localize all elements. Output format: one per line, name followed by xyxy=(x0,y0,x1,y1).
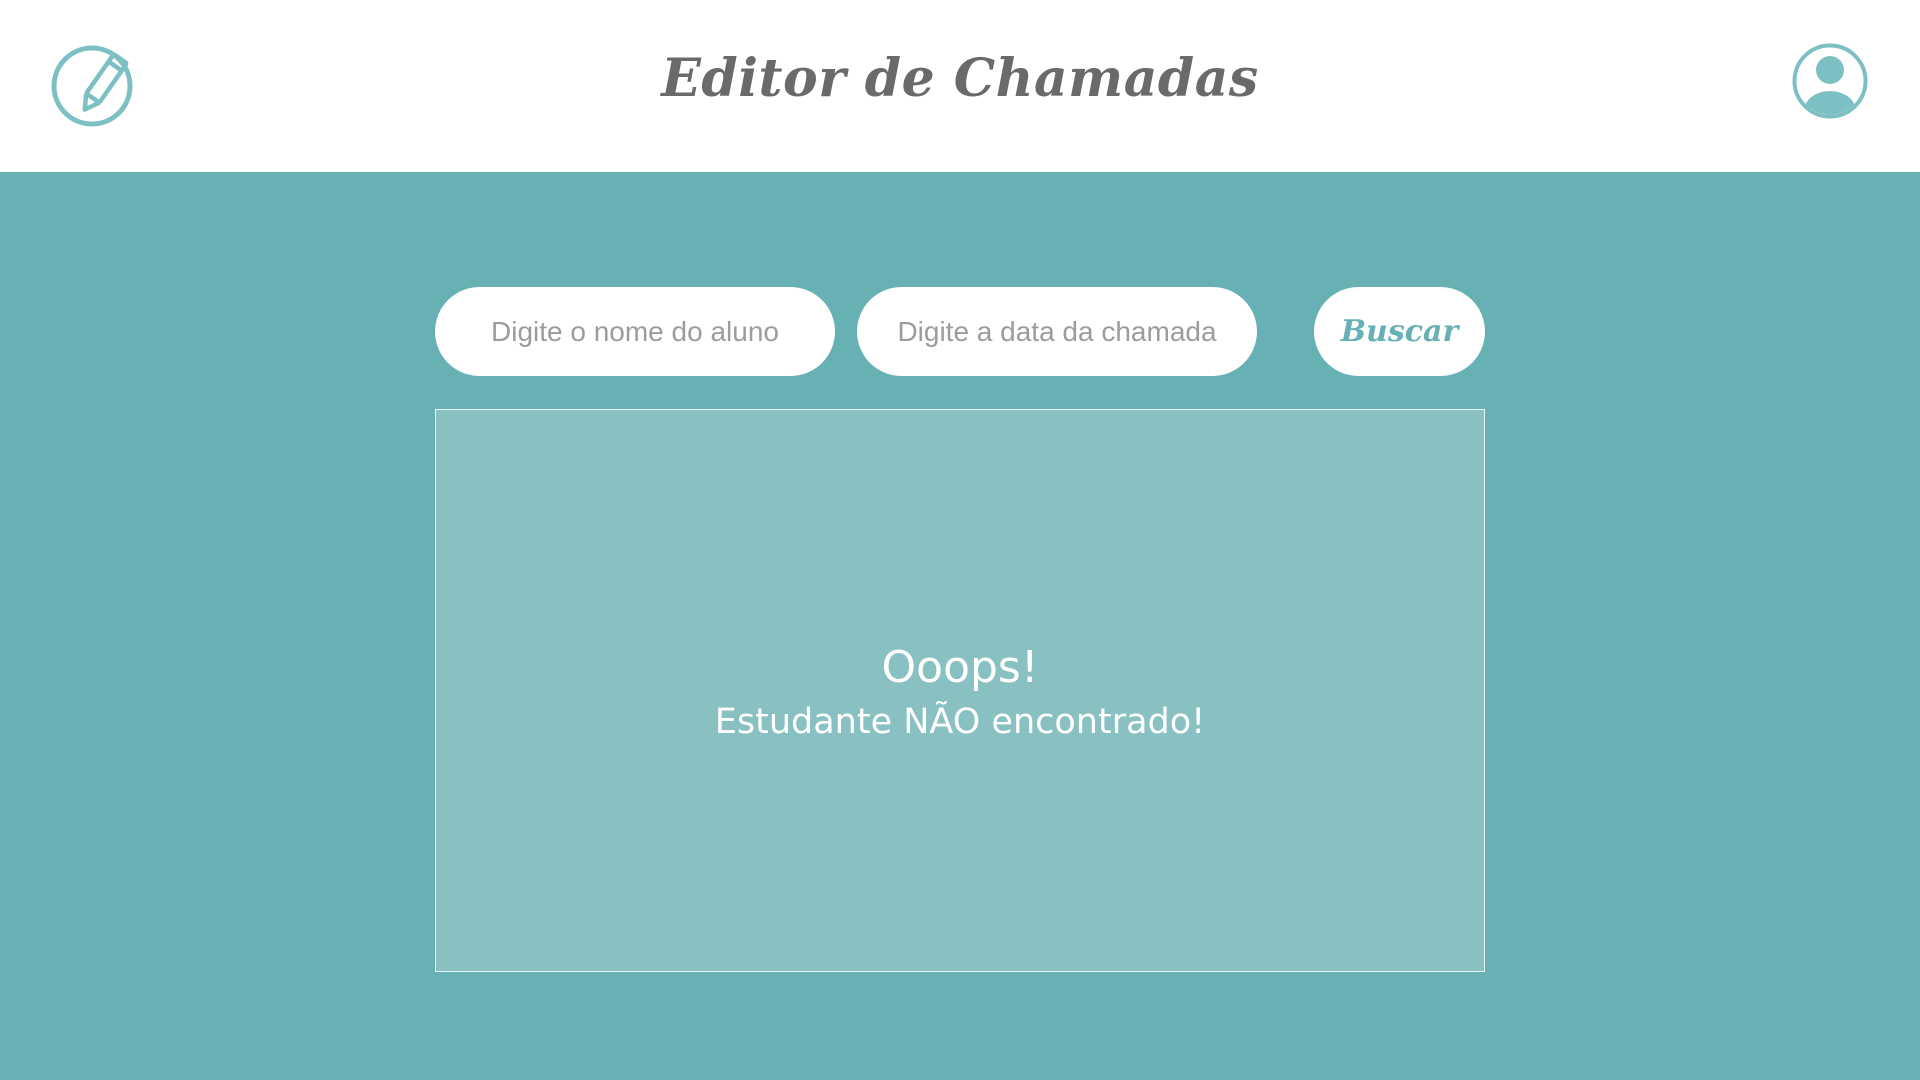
not-found-title: Ooops! xyxy=(881,642,1039,693)
not-found-message: Estudante NÃO encontrado! xyxy=(714,702,1206,742)
page-title: Editor de Chamadas xyxy=(661,48,1259,109)
call-date-field[interactable] xyxy=(857,287,1257,376)
student-name-input[interactable] xyxy=(435,314,835,349)
call-date-input[interactable] xyxy=(857,314,1257,349)
results-panel: Ooops! Estudante NÃO encontrado! xyxy=(435,409,1485,972)
user-profile-icon[interactable] xyxy=(1792,43,1868,119)
page: Editor de Chamadas Buscar Ooops! Estudan… xyxy=(0,0,1920,1080)
search-button[interactable]: Buscar xyxy=(1314,287,1485,376)
student-name-field[interactable] xyxy=(435,287,835,376)
header-bar: Editor de Chamadas xyxy=(0,0,1920,172)
